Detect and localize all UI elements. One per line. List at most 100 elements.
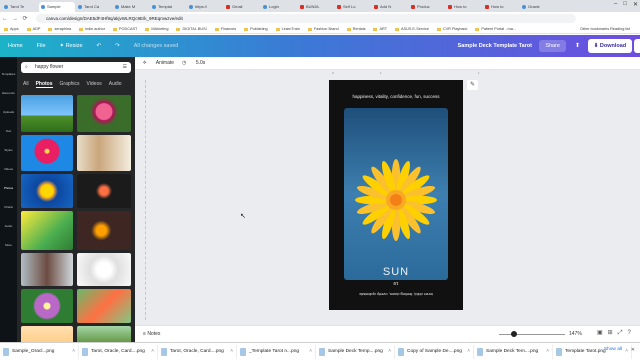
download-item[interactable]: Tarot, Oracle, Card....png ˄ (79, 344, 158, 359)
show-all-downloads[interactable]: Show all (604, 347, 622, 352)
download-button[interactable]: ⬇ Download (588, 39, 632, 53)
bookmark-item[interactable]: MArketing (145, 27, 168, 31)
add-comment-icon[interactable]: ✎ (467, 80, 478, 90)
browser-tab[interactable]: Tarot Ca (76, 2, 112, 12)
rail-item-photos[interactable]: Photos (0, 186, 17, 190)
rail-item-text[interactable]: Text (0, 129, 17, 133)
search-input[interactable]: ⌕ happy flower ☰ (21, 62, 131, 73)
photo-thumb[interactable] (21, 326, 73, 342)
photo-thumb[interactable] (77, 135, 131, 171)
bookmark-item[interactable]: ADP (26, 27, 40, 31)
file-menu[interactable]: File (37, 43, 46, 49)
zoom-level[interactable]: 147% (569, 331, 582, 337)
download-item[interactable]: Sample Deck Tem....png ˄ (474, 344, 553, 359)
browser-tab[interactable]: Oracle (520, 2, 556, 12)
tab-audio[interactable]: Audio (109, 81, 122, 88)
minimize-icon[interactable]: – (614, 1, 617, 8)
photo-thumb[interactable] (77, 326, 131, 342)
photo-thumb[interactable] (21, 211, 73, 250)
download-item[interactable]: Sample_Oracl...png ˄ (0, 344, 79, 359)
card-reversed-keywords[interactable]: inner child, feeling down, overly optimi… (329, 292, 463, 297)
resize-button[interactable]: ✦ Resize (60, 43, 83, 49)
rail-item-uploads[interactable]: Uploads (0, 110, 17, 114)
browser-tab[interactable]: Make M (113, 2, 149, 12)
notes-button[interactable]: ≡ Notes (143, 331, 160, 337)
photo-thumb[interactable] (21, 135, 73, 171)
grid-view-icon[interactable]: ⊞ (608, 330, 618, 336)
zoom-slider-track[interactable] (499, 334, 565, 335)
download-item[interactable]: _Template Tarot n...png ˄ (237, 344, 316, 359)
browser-tab[interactable]: How to (483, 2, 519, 12)
tab-graphics[interactable]: Graphics (60, 81, 80, 88)
photo-thumb[interactable] (77, 174, 131, 208)
duration-button[interactable]: ◷ 5.0s (182, 60, 205, 66)
tab-photos[interactable]: Photos (35, 81, 53, 88)
bookmark-item[interactable]: Fashion Brand (307, 27, 339, 31)
home-button[interactable]: Home (8, 43, 23, 49)
browser-tab[interactable]: Login (261, 2, 297, 12)
reload-icon[interactable]: ⟳ (20, 15, 30, 22)
browser-tab[interactable]: Add N (372, 2, 408, 12)
rail-item-styles[interactable]: Styles (0, 148, 17, 152)
sunflower-image[interactable] (344, 108, 448, 280)
photo-thumb[interactable] (77, 253, 131, 286)
bookmark-item[interactable]: PODCAST (113, 27, 137, 31)
chevron-up-icon[interactable]: ˄ (151, 345, 154, 359)
animate-button[interactable]: ⟡ Animate (143, 60, 174, 66)
bookmark-item[interactable]: Finances (214, 27, 236, 31)
bookmark-item[interactable]: CVR Playback (436, 27, 467, 31)
bookmark-item[interactable]: Apps (4, 27, 19, 31)
browser-tab[interactable]: BUNDL (298, 2, 334, 12)
chevron-up-icon[interactable]: ˄ (72, 345, 75, 359)
browser-tab[interactable]: Templat (150, 2, 186, 12)
download-item[interactable]: Copy of Sample De....png ˄ (395, 344, 474, 359)
bookmark-item[interactable]: LearnTrain (275, 27, 300, 31)
chevron-up-icon[interactable]: ˄ (546, 345, 549, 359)
window-controls[interactable]: – □ ✕ (614, 1, 638, 8)
forward-icon[interactable]: → (10, 16, 20, 22)
card-keywords[interactable]: happiness, vitality, confidence, fun, su… (329, 94, 463, 99)
browser-tab[interactable]: Produc (409, 2, 445, 12)
photo-thumb[interactable] (77, 289, 131, 323)
bookmark-item[interactable]: indie author (79, 27, 105, 31)
url-field[interactable]: canva.com/design/DAE5dF4Hf9q/akjvWLRQc9E… (36, 14, 576, 23)
card-number[interactable]: 19 (329, 281, 463, 286)
chevron-up-icon[interactable]: ˄ (230, 345, 233, 359)
chevron-up-icon[interactable]: ˄ (467, 345, 470, 359)
rail-item-more[interactable]: More (0, 243, 17, 247)
back-icon[interactable]: ← (0, 16, 10, 22)
other-bookmarks[interactable]: Other bookmarks Reading list (580, 27, 630, 31)
tab-videos[interactable]: Videos (87, 81, 102, 88)
browser-tab[interactable]: Sample (39, 2, 75, 12)
close-downloads-icon[interactable]: ✕ (631, 347, 635, 353)
browser-tab[interactable]: https:// (187, 2, 223, 12)
photo-thumb[interactable] (77, 95, 131, 132)
chevron-up-icon[interactable]: ˄ (625, 345, 628, 359)
photo-thumb[interactable] (77, 211, 131, 250)
rail-item-charts[interactable]: Charts (0, 205, 17, 209)
chevron-up-icon[interactable]: ˄ (388, 345, 391, 359)
rail-item-templates[interactable]: Templates (0, 72, 17, 76)
card-title[interactable]: SUN (329, 266, 463, 278)
bookmark-item[interactable]: DIGITAL BUSI (176, 27, 207, 31)
help-icon[interactable]: ? (628, 330, 636, 336)
share-button[interactable]: Share (539, 40, 566, 52)
chevron-up-icon[interactable]: ˄ (309, 345, 312, 359)
bookmark-item[interactable]: ASUS E-Service (395, 27, 429, 31)
rail-item-audio[interactable]: Audio (0, 224, 17, 228)
stats-icon[interactable]: ⬆ (575, 42, 580, 49)
bookmark-item[interactable]: Publishing (244, 27, 268, 31)
design-title[interactable]: Sample Deck Template Tarot (458, 43, 532, 49)
photo-thumb[interactable] (21, 174, 73, 208)
fullscreen-icon[interactable]: ⤢ (618, 330, 628, 336)
bookmark-item[interactable]: seraphina (48, 27, 71, 31)
bookmark-item[interactable]: ART (373, 27, 387, 31)
zoom-slider-handle[interactable] (511, 331, 517, 337)
close-icon[interactable]: ✕ (633, 1, 638, 8)
browser-tab[interactable]: How to (446, 2, 482, 12)
photo-thumb[interactable] (21, 95, 73, 132)
download-item[interactable]: Sample Deck Temp....png ˄ (316, 344, 395, 359)
rail-item-elements[interactable]: Elements (0, 91, 17, 95)
photo-thumb[interactable] (21, 289, 73, 323)
page-view-icon[interactable]: ▣ (597, 330, 608, 336)
